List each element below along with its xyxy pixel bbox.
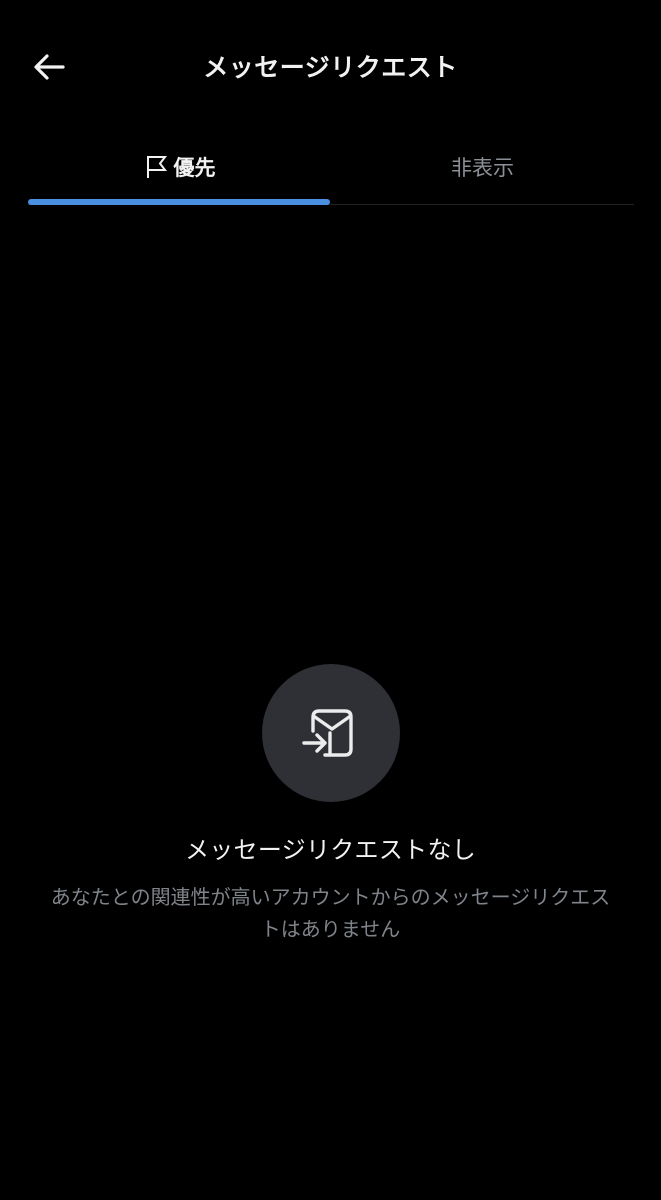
tab-hidden-label: 非表示	[451, 156, 514, 180]
empty-state-description: あなたとの関連性が高いアカウントからのメッセージリクエストはありません	[50, 885, 611, 941]
empty-state-icon-circle	[261, 664, 400, 802]
empty-state-title: メッセージリクエストなし	[184, 836, 477, 864]
empty-state: メッセージリクエストなし あなたとの関連性が高いアカウントからのメッセージリクエ…	[0, 664, 661, 945]
active-tab-indicator	[28, 199, 330, 205]
tab-bar: 優先 非表示	[28, 130, 634, 205]
header: メッセージリクエスト	[0, 0, 661, 130]
flag-icon	[144, 155, 168, 179]
page-title: メッセージリクエスト	[203, 53, 458, 82]
tab-hidden[interactable]: 非表示	[331, 130, 634, 204]
tab-priority[interactable]: 優先	[28, 130, 331, 205]
inbox-arrow-icon	[301, 709, 353, 757]
tab-priority-label: 優先	[173, 156, 216, 180]
